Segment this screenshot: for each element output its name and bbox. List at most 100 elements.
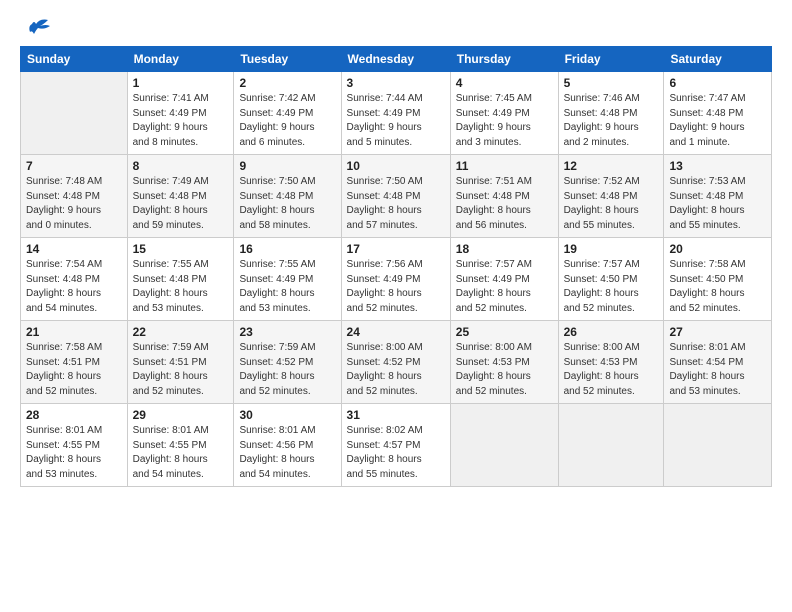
calendar-cell: 7 Sunrise: 7:48 AM Sunset: 4:48 PM Daylig…: [21, 155, 128, 238]
calendar-cell: [450, 404, 558, 487]
calendar-cell: 18Sunrise: 7:57 AM Sunset: 4:49 PM Dayli…: [450, 238, 558, 321]
day-info: Sunrise: 7:47 AM Sunset: 4:48 PM Dayligh…: [669, 92, 766, 150]
calendar-cell: 22 Sunrise: 7:59 AM Sunset: 4:51 PM Dayli…: [127, 321, 234, 404]
calendar-table: Sunday Monday Tuesday Wednesday Thursday…: [20, 46, 772, 487]
calendar-cell: 2 Sunrise: 7:42 AM Sunset: 4:49 PM Daylig…: [234, 72, 341, 155]
col-monday: Monday: [127, 47, 234, 72]
day-info: Sunrise: 8:01 AM Sunset: 4:55 PM Dayligh…: [26, 424, 122, 482]
col-saturday: Saturday: [664, 47, 772, 72]
calendar-cell: 15 Sunrise: 7:55 AM Sunset: 4:48 PM Dayli…: [127, 238, 234, 321]
day-info: Sunrise: 7:55 AM Sunset: 4:49 PM Dayligh…: [239, 258, 335, 316]
day-number: 15: [133, 242, 229, 256]
day-number: 22: [133, 325, 229, 339]
logo-bird-icon: [22, 16, 52, 38]
day-info: Sunrise: 7:52 AM Sunset: 4:48 PM Dayligh…: [564, 175, 659, 233]
calendar-cell: 8Sunrise: 7:49 AM Sunset: 4:48 PM Daylig…: [127, 155, 234, 238]
day-info: Sunrise: 8:01 AM Sunset: 4:54 PM Dayligh…: [669, 341, 766, 399]
day-number: 6: [669, 76, 766, 90]
day-number: 26: [564, 325, 659, 339]
day-number: 17: [347, 242, 445, 256]
day-info: Sunrise: 7:55 AM Sunset: 4:48 PM Dayligh…: [133, 258, 229, 316]
calendar-cell: 6 Sunrise: 7:47 AM Sunset: 4:48 PM Daylig…: [664, 72, 772, 155]
day-number: 20: [669, 242, 766, 256]
day-number: 24: [347, 325, 445, 339]
day-number: 1: [133, 76, 229, 90]
calendar-cell: 20 Sunrise: 7:58 AM Sunset: 4:50 PM Dayli…: [664, 238, 772, 321]
calendar-cell: 28 Sunrise: 8:01 AM Sunset: 4:55 PM Dayli…: [21, 404, 128, 487]
calendar-week-row: 7 Sunrise: 7:48 AM Sunset: 4:48 PM Daylig…: [21, 155, 772, 238]
calendar-cell: 10Sunrise: 7:50 AM Sunset: 4:48 PM Dayli…: [341, 155, 450, 238]
col-thursday: Thursday: [450, 47, 558, 72]
calendar-cell: [664, 404, 772, 487]
day-number: 23: [239, 325, 335, 339]
day-number: 28: [26, 408, 122, 422]
day-number: 9: [239, 159, 335, 173]
day-number: 13: [669, 159, 766, 173]
calendar-cell: 30Sunrise: 8:01 AM Sunset: 4:56 PM Dayli…: [234, 404, 341, 487]
calendar-cell: 27 Sunrise: 8:01 AM Sunset: 4:54 PM Dayli…: [664, 321, 772, 404]
col-friday: Friday: [558, 47, 664, 72]
day-info: Sunrise: 8:00 AM Sunset: 4:53 PM Dayligh…: [564, 341, 659, 399]
day-info: Sunrise: 8:01 AM Sunset: 4:55 PM Dayligh…: [133, 424, 229, 482]
header: [20, 16, 772, 34]
day-info: Sunrise: 7:57 AM Sunset: 4:50 PM Dayligh…: [564, 258, 659, 316]
day-info: Sunrise: 7:45 AM Sunset: 4:49 PM Dayligh…: [456, 92, 553, 150]
day-info: Sunrise: 8:00 AM Sunset: 4:52 PM Dayligh…: [347, 341, 445, 399]
calendar-cell: 21 Sunrise: 7:58 AM Sunset: 4:51 PM Dayli…: [21, 321, 128, 404]
calendar-week-row: 1Sunrise: 7:41 AM Sunset: 4:49 PM Daylig…: [21, 72, 772, 155]
day-info: Sunrise: 7:50 AM Sunset: 4:48 PM Dayligh…: [239, 175, 335, 233]
day-number: 11: [456, 159, 553, 173]
day-number: 25: [456, 325, 553, 339]
day-number: 30: [239, 408, 335, 422]
calendar-cell: 31Sunrise: 8:02 AM Sunset: 4:57 PM Dayli…: [341, 404, 450, 487]
day-info: Sunrise: 7:44 AM Sunset: 4:49 PM Dayligh…: [347, 92, 445, 150]
day-number: 18: [456, 242, 553, 256]
col-sunday: Sunday: [21, 47, 128, 72]
day-number: 16: [239, 242, 335, 256]
day-info: Sunrise: 7:59 AM Sunset: 4:52 PM Dayligh…: [239, 341, 335, 399]
calendar-cell: 25 Sunrise: 8:00 AM Sunset: 4:53 PM Dayli…: [450, 321, 558, 404]
calendar-cell: 12 Sunrise: 7:52 AM Sunset: 4:48 PM Dayli…: [558, 155, 664, 238]
day-number: 29: [133, 408, 229, 422]
calendar-cell: 26 Sunrise: 8:00 AM Sunset: 4:53 PM Dayli…: [558, 321, 664, 404]
calendar-cell: 13Sunrise: 7:53 AM Sunset: 4:48 PM Dayli…: [664, 155, 772, 238]
day-info: Sunrise: 7:51 AM Sunset: 4:48 PM Dayligh…: [456, 175, 553, 233]
day-number: 27: [669, 325, 766, 339]
day-number: 5: [564, 76, 659, 90]
day-number: 12: [564, 159, 659, 173]
page: Sunday Monday Tuesday Wednesday Thursday…: [0, 0, 792, 612]
day-number: 2: [239, 76, 335, 90]
day-info: Sunrise: 7:59 AM Sunset: 4:51 PM Dayligh…: [133, 341, 229, 399]
calendar-cell: 3 Sunrise: 7:44 AM Sunset: 4:49 PM Daylig…: [341, 72, 450, 155]
calendar-cell: 9 Sunrise: 7:50 AM Sunset: 4:48 PM Daylig…: [234, 155, 341, 238]
calendar-cell: 16 Sunrise: 7:55 AM Sunset: 4:49 PM Dayli…: [234, 238, 341, 321]
calendar-cell: 14 Sunrise: 7:54 AM Sunset: 4:48 PM Dayli…: [21, 238, 128, 321]
logo: [20, 16, 52, 34]
day-info: Sunrise: 8:02 AM Sunset: 4:57 PM Dayligh…: [347, 424, 445, 482]
calendar-cell: 17 Sunrise: 7:56 AM Sunset: 4:49 PM Dayli…: [341, 238, 450, 321]
day-number: 19: [564, 242, 659, 256]
day-number: 7: [26, 159, 122, 173]
calendar-cell: [558, 404, 664, 487]
calendar-cell: 4Sunrise: 7:45 AM Sunset: 4:49 PM Daylig…: [450, 72, 558, 155]
day-info: Sunrise: 7:46 AM Sunset: 4:48 PM Dayligh…: [564, 92, 659, 150]
calendar-cell: 29 Sunrise: 8:01 AM Sunset: 4:55 PM Dayli…: [127, 404, 234, 487]
day-number: 3: [347, 76, 445, 90]
day-number: 8: [133, 159, 229, 173]
day-info: Sunrise: 7:56 AM Sunset: 4:49 PM Dayligh…: [347, 258, 445, 316]
day-number: 14: [26, 242, 122, 256]
col-tuesday: Tuesday: [234, 47, 341, 72]
day-info: Sunrise: 7:58 AM Sunset: 4:50 PM Dayligh…: [669, 258, 766, 316]
calendar-cell: 5 Sunrise: 7:46 AM Sunset: 4:48 PM Daylig…: [558, 72, 664, 155]
day-info: Sunrise: 7:42 AM Sunset: 4:49 PM Dayligh…: [239, 92, 335, 150]
calendar-header-row: Sunday Monday Tuesday Wednesday Thursday…: [21, 47, 772, 72]
calendar-week-row: 21 Sunrise: 7:58 AM Sunset: 4:51 PM Dayli…: [21, 321, 772, 404]
day-info: Sunrise: 7:48 AM Sunset: 4:48 PM Dayligh…: [26, 175, 122, 233]
col-wednesday: Wednesday: [341, 47, 450, 72]
calendar-cell: 11 Sunrise: 7:51 AM Sunset: 4:48 PM Dayli…: [450, 155, 558, 238]
day-number: 21: [26, 325, 122, 339]
day-info: Sunrise: 7:54 AM Sunset: 4:48 PM Dayligh…: [26, 258, 122, 316]
day-info: Sunrise: 7:58 AM Sunset: 4:51 PM Dayligh…: [26, 341, 122, 399]
day-number: 10: [347, 159, 445, 173]
day-info: Sunrise: 8:00 AM Sunset: 4:53 PM Dayligh…: [456, 341, 553, 399]
